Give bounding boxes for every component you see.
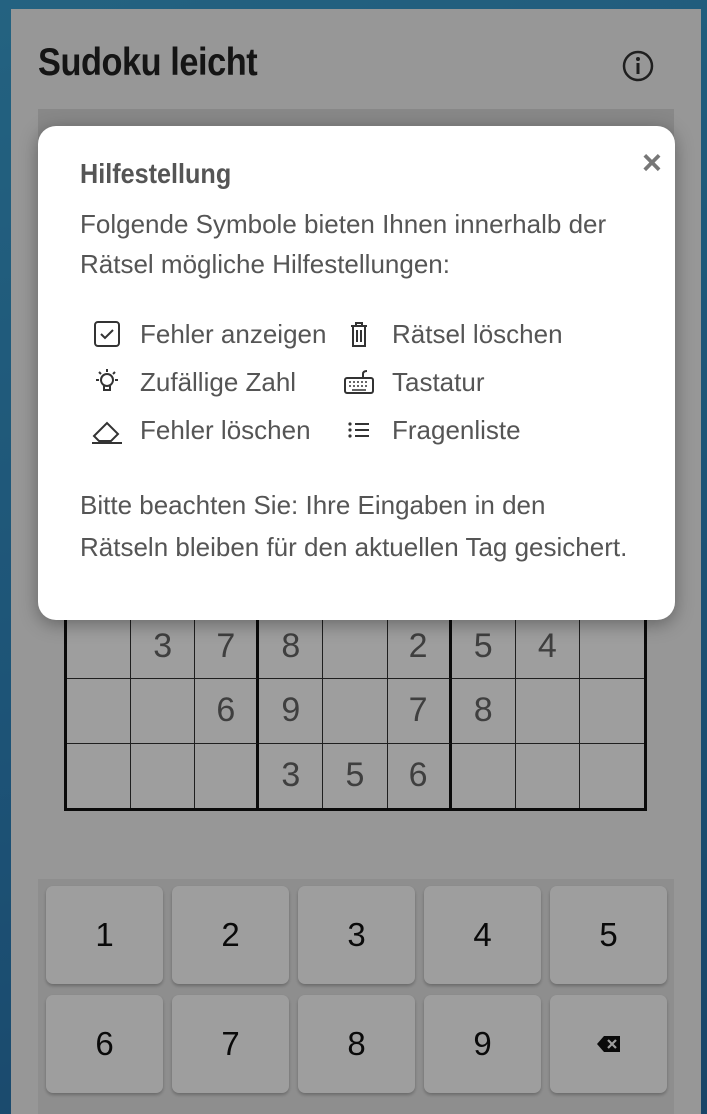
help-symbol-list: Fehler anzeigen Rätsel löschen Zufällige… <box>90 318 650 468</box>
help-item-label: Fehler anzeigen <box>140 318 327 349</box>
help-item-clear-errors: Fehler löschen <box>90 414 311 446</box>
help-item-keyboard: Tastatur <box>342 366 485 398</box>
dialog-title: Hilfestellung <box>80 158 232 189</box>
help-item-label: Rätsel löschen <box>392 318 563 349</box>
help-item-question-list: Fragenliste <box>342 414 521 446</box>
lightbulb-icon <box>96 369 118 391</box>
help-item-label: Tastatur <box>392 366 485 397</box>
help-item-label: Fehler löschen <box>140 414 311 445</box>
close-icon[interactable]: × <box>642 144 662 183</box>
help-item-delete-puzzle: Rätsel löschen <box>342 318 563 350</box>
help-item-show-errors: Fehler anzeigen <box>90 318 326 350</box>
help-item-random-number: Zufällige Zahl <box>90 366 296 398</box>
trash-icon <box>351 322 367 347</box>
help-item-label: Fragenliste <box>392 414 521 445</box>
keyboard-icon <box>344 370 374 394</box>
list-icon <box>348 422 369 438</box>
help-dialog: × Hilfestellung Folgende Symbole bieten … <box>38 126 675 620</box>
dialog-note: Bitte beachten Sie: Ihre Eingaben in den… <box>80 490 628 562</box>
help-item-label: Zufällige Zahl <box>140 366 297 397</box>
eraser-icon <box>92 421 122 444</box>
dialog-intro: Folgende Symbole bieten Ihnen innerhalb … <box>80 209 607 279</box>
checkbox-icon <box>94 321 120 347</box>
